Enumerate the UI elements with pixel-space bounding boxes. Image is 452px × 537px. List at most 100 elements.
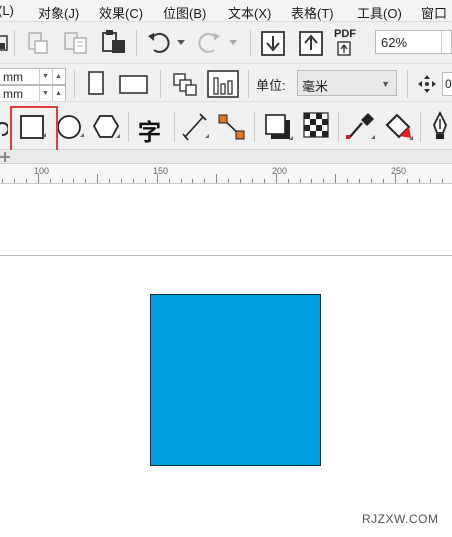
ruler-tick (311, 179, 312, 183)
menu-object[interactable]: 对象(J) (38, 3, 79, 21)
all-pages-icon[interactable] (170, 70, 200, 98)
horizontal-ruler[interactable]: 100 150 200 250 (0, 164, 452, 184)
nudge-distance-field[interactable]: 0 (442, 72, 452, 96)
chevron-down-icon[interactable]: ▼ (39, 69, 51, 84)
export-icon[interactable] (297, 28, 325, 58)
ruler-tick (133, 179, 134, 183)
chevron-down-icon[interactable]: ▼ (39, 86, 51, 101)
ruler-tick (228, 179, 229, 183)
ruler-tick (157, 174, 158, 183)
property-bar: mm ▼ ▲ mm ▼ ▲ 单位: 毫米 ▼ 0 (0, 64, 452, 102)
transparency-tool-icon[interactable] (302, 111, 330, 139)
ruler-tick (50, 179, 51, 183)
ruler-tick (300, 179, 301, 183)
ruler-tick (145, 179, 146, 183)
ruler-tick (252, 179, 253, 183)
save-icon[interactable] (0, 34, 8, 52)
ruler-tick (430, 179, 431, 183)
menu-window[interactable]: 窗口 (421, 3, 447, 21)
ruler-tick (121, 179, 122, 183)
menu-text[interactable]: 文本(X) (228, 3, 271, 21)
ruler-tick (335, 174, 336, 183)
portrait-page-icon[interactable] (86, 70, 106, 98)
watermark: RJZXW.COM (362, 512, 439, 526)
separator (338, 112, 339, 142)
ruler-tick (192, 179, 193, 183)
ruler-tick (26, 179, 27, 183)
menu-effects[interactable]: 效果(C) (99, 3, 143, 21)
ruler-tick (181, 179, 182, 183)
eyedropper-tool-icon[interactable] (344, 111, 376, 143)
separator (128, 112, 129, 142)
current-page-icon[interactable] (206, 68, 240, 100)
text-tool-icon: 字 (138, 120, 161, 146)
nudge-icon (418, 75, 436, 93)
chevron-up-icon[interactable]: ▲ (52, 69, 64, 84)
drawing-canvas[interactable] (0, 185, 452, 537)
width-field[interactable]: mm ▼ ▲ (0, 68, 66, 85)
standard-toolbar: PDF 62% (0, 22, 452, 64)
page-border (0, 255, 452, 256)
menu-bar: (L) 对象(J) 效果(C) 位图(B) 文本(X) 表格(T) 工具(O) … (0, 0, 452, 22)
document-tab-strip (0, 150, 452, 164)
ruler-tick (169, 179, 170, 183)
chevron-down-icon[interactable] (176, 39, 186, 47)
add-page-icon[interactable] (0, 150, 12, 164)
ruler-tick (38, 174, 39, 183)
drop-shadow-tool-icon[interactable] (262, 111, 294, 143)
ruler-tick (395, 174, 396, 183)
publish-pdf-button[interactable]: PDF (333, 28, 363, 58)
import-icon[interactable] (259, 28, 287, 58)
zoom-level-combo[interactable]: 62% (375, 30, 452, 54)
ruler-tick (204, 179, 205, 183)
separator (420, 112, 421, 142)
connector-tool-icon[interactable] (216, 112, 248, 142)
zoom-dropdown-button[interactable] (441, 31, 451, 53)
redo-icon[interactable] (196, 30, 222, 56)
interactive-fill-tool-icon[interactable] (382, 111, 414, 143)
menu-tools[interactable]: 工具(O) (357, 3, 402, 21)
menu-bitmaps[interactable]: 位图(B) (163, 3, 206, 21)
chevron-down-icon[interactable]: ▼ (381, 79, 390, 89)
separator (248, 70, 249, 98)
menu-layout[interactable]: (L) (0, 3, 14, 18)
ruler-tick (276, 174, 277, 183)
ruler-tick (407, 179, 408, 183)
text-tool-button[interactable]: 字 (136, 111, 166, 146)
rectangle-shape[interactable] (150, 294, 321, 466)
lasso-tool-icon[interactable] (0, 119, 8, 139)
chevron-up-icon[interactable]: ▲ (52, 86, 64, 101)
ruler-tick (73, 179, 74, 183)
ruler-tick (383, 179, 384, 183)
ruler-label: 100 (34, 166, 50, 176)
polygon-tool-icon[interactable] (92, 112, 122, 142)
units-select[interactable]: 毫米 ▼ (297, 70, 397, 96)
ruler-tick (359, 179, 360, 183)
copy-icon[interactable] (62, 30, 90, 56)
height-field[interactable]: mm ▼ ▲ (0, 85, 66, 101)
ruler-label: 150 (153, 166, 169, 176)
separator (254, 112, 255, 142)
ruler-tick (2, 179, 3, 183)
undo-icon[interactable] (146, 30, 172, 56)
dimension-tool-icon[interactable] (180, 112, 210, 142)
menu-table[interactable]: 表格(T) (291, 3, 334, 21)
pdf-icon (337, 41, 351, 56)
ruler-tick (371, 179, 372, 183)
ruler-tick (97, 174, 98, 183)
width-unit: mm (3, 70, 23, 84)
ellipse-tool-icon[interactable] (56, 113, 86, 143)
separator (74, 70, 75, 98)
ruler-tick (240, 179, 241, 183)
landscape-page-icon[interactable] (118, 70, 150, 98)
pen-tool-icon[interactable] (428, 111, 452, 143)
separator (160, 70, 161, 98)
paste-icon[interactable] (100, 28, 128, 56)
cut-icon[interactable] (26, 30, 52, 56)
ruler-tick (288, 179, 289, 183)
separator (174, 112, 175, 142)
separator (407, 70, 408, 98)
chevron-down-icon[interactable] (228, 39, 238, 47)
ruler-label: 200 (272, 166, 288, 176)
pdf-label: PDF (334, 28, 356, 40)
